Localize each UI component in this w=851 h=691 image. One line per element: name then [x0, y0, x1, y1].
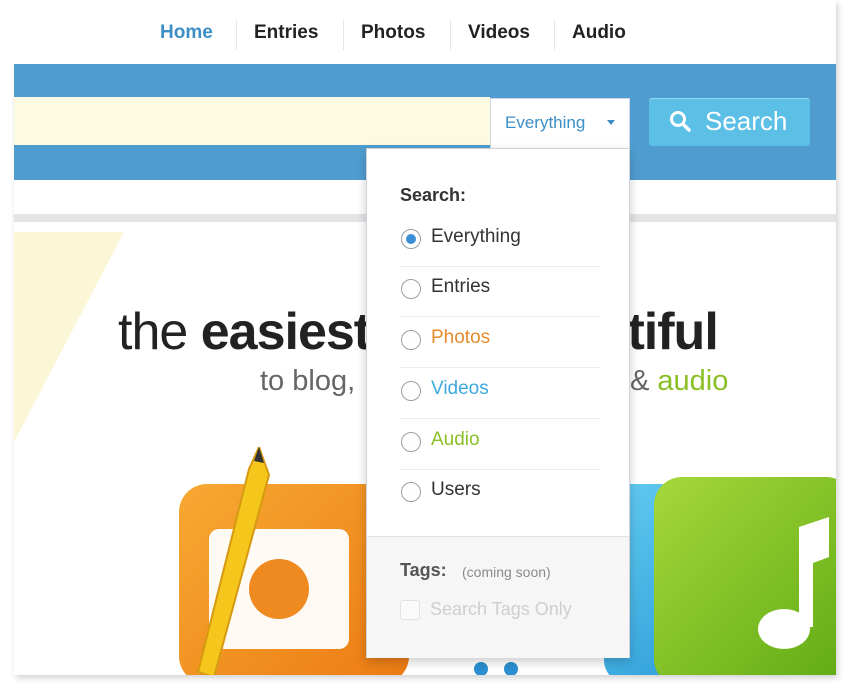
search-icon [670, 111, 691, 132]
tags-section: Tags: (coming soon) Search Tags Only [367, 536, 629, 658]
audio-tile-icon [654, 477, 836, 675]
scope-option-videos[interactable]: Videos [399, 369, 599, 419]
top-nav: Home Entries Photos Videos Audio [0, 0, 822, 64]
scope-option-entries[interactable]: Entries [399, 267, 599, 317]
radio-button[interactable] [401, 381, 421, 401]
tags-note: (coming soon) [462, 564, 551, 580]
search-scope-label: Everything [505, 113, 586, 132]
search-tags-only-checkbox [400, 600, 420, 620]
nav-divider [343, 20, 344, 50]
hero-headline-part: the [118, 303, 201, 361]
tags-title: Tags: [400, 560, 447, 580]
scope-option-label: Videos [431, 378, 489, 399]
music-note-icon [758, 517, 829, 649]
hero-sub-part: audio [657, 365, 729, 397]
sun-ray-decoration [14, 232, 124, 442]
scope-option-label: Entries [431, 276, 491, 297]
radio-button[interactable] [401, 330, 421, 350]
scope-option-audio[interactable]: Audio [399, 420, 599, 470]
scope-option-label: Photos [431, 327, 491, 348]
radio-button[interactable] [401, 432, 421, 452]
search-button-label: Search [705, 106, 788, 136]
radio-button[interactable] [401, 482, 421, 502]
scope-option-users[interactable]: Users [399, 470, 599, 520]
search-input[interactable] [14, 97, 490, 145]
scope-option-everything[interactable]: Everything [399, 217, 599, 267]
search-scope-menu-title: Search: [400, 185, 467, 205]
scope-option-photos[interactable]: Photos [399, 318, 599, 368]
radio-button-checked[interactable] [401, 229, 421, 249]
nav-photos[interactable]: Photos [361, 22, 425, 44]
scope-option-label: Users [431, 479, 481, 500]
nav-divider [450, 20, 451, 50]
nav-divider [236, 20, 237, 50]
nav-entries[interactable]: Entries [254, 22, 318, 44]
hero-sub-part: to blog, [260, 365, 356, 397]
option-divider [399, 418, 599, 419]
nav-home[interactable]: Home [160, 22, 213, 44]
radio-button[interactable] [401, 279, 421, 299]
caret-down-icon [607, 120, 615, 125]
option-divider [399, 316, 599, 317]
search-button[interactable]: Search [649, 98, 810, 146]
hero-headline-part: easiest [200, 303, 371, 361]
search-scope-menu: Search: Everything Entries Photos Videos… [366, 148, 630, 658]
scope-option-label: Everything [431, 226, 521, 247]
nav-videos[interactable]: Videos [468, 22, 530, 44]
scope-option-label: Audio [431, 429, 480, 450]
nav-divider [554, 20, 555, 50]
nav-audio[interactable]: Audio [572, 22, 626, 44]
search-scope-dropdown[interactable]: Everything [490, 98, 630, 148]
pencil-icon [196, 447, 271, 675]
option-divider [399, 367, 599, 368]
search-tags-only-label: Search Tags Only [430, 599, 572, 619]
